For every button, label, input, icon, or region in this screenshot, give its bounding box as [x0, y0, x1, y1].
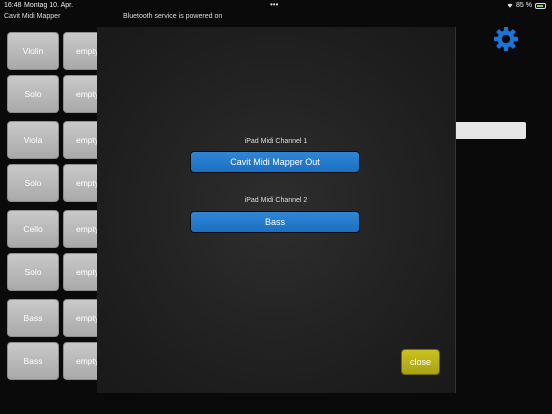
close-button[interactable]: close [401, 349, 440, 375]
tile-violin[interactable]: Violin [7, 32, 59, 70]
status-time: 16:48 [4, 2, 22, 9]
tile-solo-3[interactable]: Solo [7, 253, 59, 291]
status-date: Montag 10. Apr. [24, 2, 74, 9]
midi-channel-modal: iPad Midi Channel 1 Cavit Midi Mapper Ou… [97, 27, 456, 393]
background-text-field[interactable] [452, 122, 526, 139]
channel2-label: iPad Midi Channel 2 [244, 197, 308, 204]
tile-bass-1[interactable]: Bass [7, 299, 59, 337]
battery-icon [535, 2, 546, 9]
status-right: 85 % [507, 2, 546, 9]
gear-icon[interactable] [493, 26, 519, 52]
channel1-select-button[interactable]: Cavit Midi Mapper Out [190, 151, 360, 173]
app-title: Cavit Midi Mapper [4, 13, 61, 20]
tile-bass-2[interactable]: Bass [7, 342, 59, 380]
tile-cello[interactable]: Cello [7, 210, 59, 248]
multitasking-dots[interactable]: ••• [270, 0, 278, 9]
status-bar: 16:48 Montag 10. Apr. ••• 85 % [0, 0, 552, 11]
tile-viola[interactable]: Viola [7, 121, 59, 159]
wifi-icon [507, 3, 513, 8]
tile-solo-2[interactable]: Solo [7, 164, 59, 202]
bluetooth-status: Bluetooth service is powered on [123, 13, 223, 20]
tile-solo-1[interactable]: Solo [7, 75, 59, 113]
battery-percent: 85 % [516, 2, 532, 9]
channel2-select-button[interactable]: Bass [190, 211, 360, 233]
channel1-label: iPad Midi Channel 1 [244, 138, 308, 145]
